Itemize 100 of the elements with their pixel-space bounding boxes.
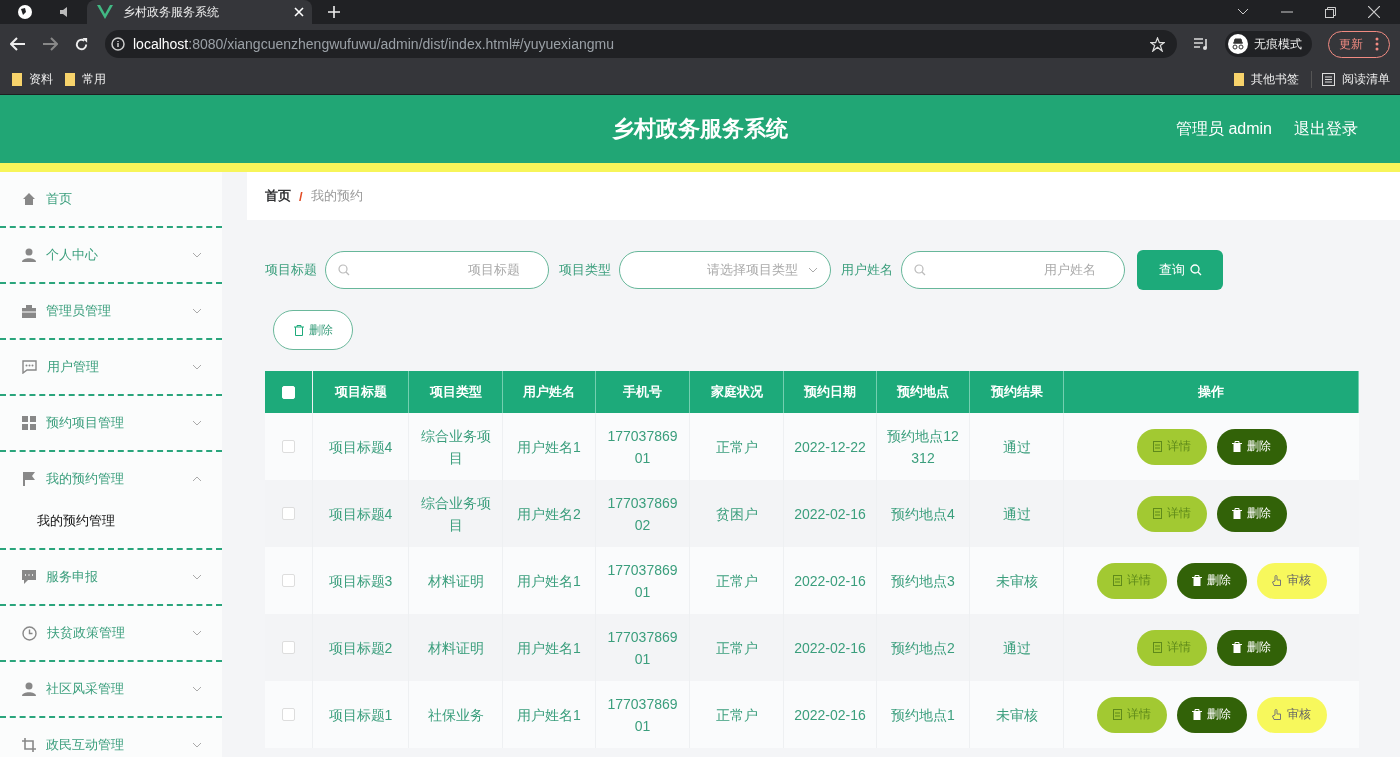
menu-item[interactable]: 扶贫政策管理 bbox=[0, 612, 222, 654]
search-icon bbox=[338, 264, 350, 276]
back-arrow-icon[interactable] bbox=[10, 37, 26, 51]
menu-item[interactable]: 个人中心 bbox=[0, 234, 222, 276]
globe-icon[interactable] bbox=[17, 4, 33, 20]
row-checkbox[interactable] bbox=[282, 507, 295, 520]
delete-button[interactable]: 删除 bbox=[1216, 495, 1287, 532]
new-tab-icon[interactable] bbox=[328, 6, 340, 18]
detail-button[interactable]: 详情 bbox=[1096, 562, 1167, 599]
user-icon bbox=[22, 248, 36, 262]
table-cell-text: 用户姓名1 bbox=[516, 437, 582, 457]
table-cell-text: 通过 bbox=[1001, 504, 1032, 524]
restore-icon[interactable] bbox=[1325, 6, 1336, 18]
table-cell-text: 正常户 bbox=[714, 638, 759, 658]
chevron-down-icon bbox=[192, 364, 202, 370]
detail-button[interactable]: 详情 bbox=[1136, 428, 1207, 465]
browser-tab[interactable]: 乡村政务服务系统 bbox=[87, 0, 312, 24]
field-label: 项目标题 bbox=[265, 261, 317, 279]
delete-button[interactable]: 删除 bbox=[1176, 696, 1247, 733]
crop-icon bbox=[22, 738, 36, 752]
detail-button[interactable]: 详情 bbox=[1096, 696, 1167, 733]
table-cell-text: 17703786901 bbox=[606, 426, 679, 468]
search-field[interactable]: 用户姓名 bbox=[901, 251, 1125, 289]
table-cell-text: 未审核 bbox=[994, 571, 1039, 591]
detail-button[interactable]: 详情 bbox=[1136, 495, 1207, 532]
menu-item[interactable]: 社区风采管理 bbox=[0, 668, 222, 710]
table-cell-text: 预约地点3 bbox=[890, 571, 956, 591]
table-cell-text: 未审核 bbox=[994, 705, 1039, 725]
review-button[interactable]: 审核 bbox=[1256, 696, 1327, 733]
incognito-badge[interactable]: 无痕模式 bbox=[1225, 31, 1312, 57]
chevron-down-icon bbox=[192, 252, 202, 258]
menu-item[interactable]: 预约项目管理 bbox=[0, 402, 222, 444]
trash-icon bbox=[1192, 575, 1202, 586]
trash-icon bbox=[1232, 508, 1242, 519]
table-cell-text: 项目标题2 bbox=[327, 638, 394, 658]
table-cell-text: 项目标题4 bbox=[327, 437, 394, 457]
logout-link[interactable]: 退出登录 bbox=[1294, 119, 1358, 140]
grid-icon bbox=[22, 416, 36, 430]
user-name: 管理员 admin bbox=[1175, 119, 1272, 139]
bookmark-folder[interactable]: 资料 bbox=[12, 70, 53, 88]
table-cell-text: 通过 bbox=[1001, 638, 1032, 658]
table-cell-text: 项目标题4 bbox=[327, 504, 394, 524]
table-cell-text: 预约地点2 bbox=[890, 638, 956, 658]
review-button[interactable]: 审核 bbox=[1256, 562, 1327, 599]
delete-button[interactable]: 删除 bbox=[1216, 629, 1287, 666]
table-cell-text: 17703786902 bbox=[606, 493, 679, 535]
table-cell-text: 项目标题1 bbox=[327, 705, 394, 725]
close-icon[interactable] bbox=[1368, 6, 1380, 18]
query-button[interactable]: 查询 bbox=[1137, 250, 1223, 290]
message-icon bbox=[22, 570, 36, 584]
chevron-down-icon bbox=[192, 574, 202, 580]
address-bar[interactable]: localhost:8080/xiangcuenzhengwufuwu/admin/dist/index.html#/yuyuexiangmu bbox=[105, 30, 1177, 58]
chevron-down-icon bbox=[192, 686, 202, 692]
table-cell-text: 贫困户 bbox=[714, 504, 759, 524]
table-cell-text: 2022-02-16 bbox=[794, 504, 866, 524]
star-icon[interactable] bbox=[1150, 36, 1165, 52]
select-field[interactable]: 请选择项目类型 bbox=[619, 251, 831, 289]
playlist-icon[interactable] bbox=[1193, 37, 1209, 51]
bookmark-folder[interactable]: 其他书签 bbox=[1234, 70, 1299, 88]
delete-button[interactable]: 删除 bbox=[1216, 428, 1287, 465]
row-checkbox[interactable] bbox=[282, 440, 295, 453]
table-cell-text: 17703786901 bbox=[606, 627, 679, 669]
chevron-up-icon bbox=[192, 476, 202, 482]
row-checkbox[interactable] bbox=[282, 708, 295, 721]
document-icon bbox=[1152, 441, 1162, 452]
reload-icon[interactable] bbox=[74, 36, 89, 52]
delete-button[interactable]: 删除 bbox=[273, 310, 353, 350]
row-checkbox[interactable] bbox=[282, 641, 295, 654]
menu-item[interactable]: 服务申报 bbox=[0, 556, 222, 598]
menu-item[interactable]: 首页 bbox=[0, 178, 222, 220]
hand-pointer-icon bbox=[1272, 709, 1282, 720]
trash-icon bbox=[293, 324, 304, 336]
search-icon bbox=[914, 264, 926, 276]
reading-list-link[interactable]: 阅读清单 bbox=[1311, 70, 1390, 88]
bookmark-folder[interactable]: 常用 bbox=[65, 70, 106, 88]
delete-button[interactable]: 删除 bbox=[1176, 562, 1247, 599]
field-label: 用户姓名 bbox=[841, 261, 893, 279]
breadcrumb-link[interactable]: 首页 bbox=[265, 187, 291, 205]
menu-item[interactable]: 政民互动管理 bbox=[0, 724, 222, 757]
breadcrumb-link[interactable]: 我的预约 bbox=[310, 187, 363, 205]
select-all-checkbox[interactable] bbox=[282, 385, 295, 399]
search-icon bbox=[1189, 264, 1202, 276]
menu-item[interactable]: 用户管理 bbox=[0, 346, 222, 388]
table-cell-text: 综合业务项目 bbox=[419, 426, 492, 468]
search-field[interactable]: 项目标题 bbox=[325, 251, 549, 289]
detail-button[interactable]: 详情 bbox=[1136, 629, 1207, 666]
chevron-down-icon bbox=[192, 630, 202, 636]
menu-item[interactable]: 管理员管理 bbox=[0, 290, 222, 332]
document-icon bbox=[1152, 642, 1162, 653]
chevron-down-icon[interactable] bbox=[1237, 8, 1249, 16]
forward-arrow-icon[interactable] bbox=[42, 37, 58, 51]
info-icon bbox=[111, 37, 125, 51]
table-cell-text: 用户姓名1 bbox=[516, 705, 582, 725]
menu-item[interactable]: 我的预约管理 bbox=[0, 458, 222, 500]
row-checkbox[interactable] bbox=[282, 574, 295, 587]
vue-logo-icon bbox=[97, 5, 113, 19]
table-cell-text: 社保业务 bbox=[426, 705, 485, 725]
submenu-item[interactable]: 我的预约管理 bbox=[0, 500, 222, 542]
chevron-down-icon bbox=[808, 267, 818, 273]
chat-icon bbox=[22, 360, 37, 374]
